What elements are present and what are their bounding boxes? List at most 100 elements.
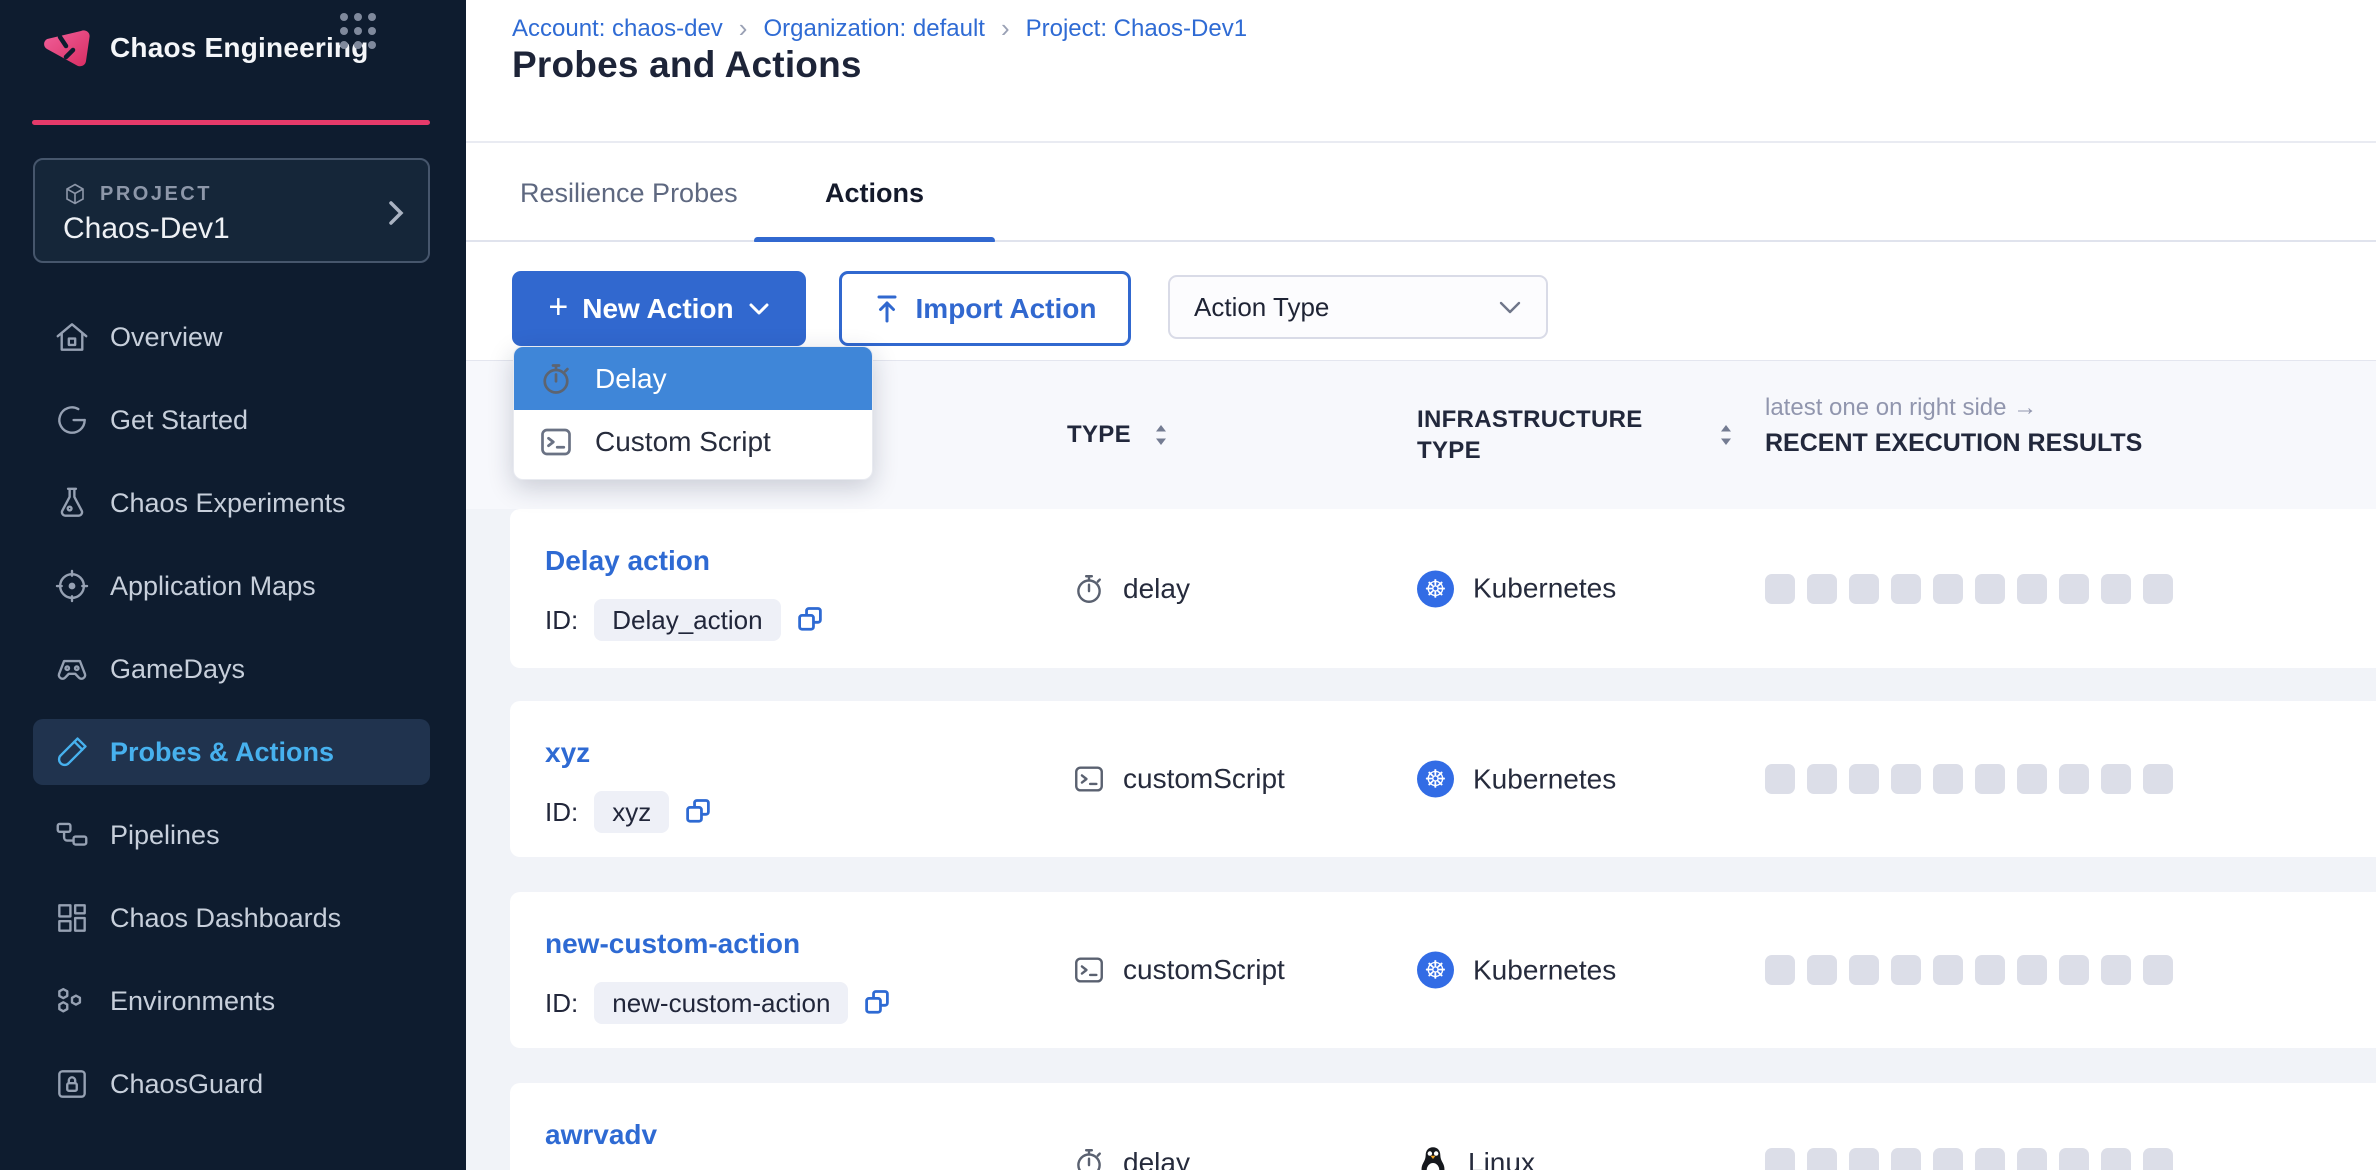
copy-icon[interactable] <box>795 605 825 635</box>
sort-icon[interactable] <box>1153 423 1169 447</box>
sidebar-item-overview[interactable]: Overview <box>33 304 430 370</box>
sidebar-item-label: Environments <box>110 986 275 1017</box>
column-header-infrastructure-type[interactable]: INFRASTRUCTURE TYPE <box>1417 404 1687 466</box>
cube-icon <box>63 182 87 206</box>
execution-result-placeholder <box>1765 955 1795 985</box>
new-action-button[interactable]: + New Action <box>512 271 806 346</box>
execution-result-placeholder <box>1891 955 1921 985</box>
execution-result-placeholder <box>2017 764 2047 794</box>
sidebar-item-label: Get Started <box>110 405 248 436</box>
execution-result-placeholder <box>1849 764 1879 794</box>
breadcrumb-separator-icon: › <box>1001 13 1010 44</box>
action-type-select[interactable]: Action Type <box>1168 275 1548 339</box>
sidebar-header: Chaos Engineering <box>36 18 436 78</box>
sort-icon[interactable] <box>1718 423 1734 447</box>
table-row: new-custom-action ID: new-custom-action … <box>510 892 2376 1048</box>
action-name-link[interactable]: xyz <box>545 737 590 769</box>
home-icon <box>53 318 91 356</box>
action-id-row: ID: new-custom-action <box>545 982 892 1024</box>
tab-actions[interactable]: Actions <box>754 145 995 242</box>
column-header-type[interactable]: TYPE <box>1067 421 1131 449</box>
sidebar-item-get-started[interactable]: Get Started <box>33 387 430 453</box>
recent-execution-results <box>1765 764 2173 794</box>
column-header-recent-execution-results: RECENT EXECUTION RESULTS <box>1765 429 2142 458</box>
action-name-link[interactable]: Delay action <box>545 545 710 577</box>
execution-result-placeholder <box>1765 764 1795 794</box>
menu-item-delay[interactable]: Delay <box>514 347 872 410</box>
type-cell: customScript <box>1072 762 1285 796</box>
breadcrumb-account-link[interactable]: Account: chaos-dev <box>512 15 723 43</box>
chevron-right-icon <box>386 196 406 230</box>
kubernetes-icon: ☸ <box>1417 952 1454 989</box>
breadcrumb-separator-icon: › <box>739 13 748 44</box>
infrastructure-value: Kubernetes <box>1473 763 1616 795</box>
import-action-button[interactable]: Import Action <box>839 271 1131 346</box>
execution-result-placeholder <box>2059 955 2089 985</box>
execution-result-placeholder <box>2101 955 2131 985</box>
main-content: Account: chaos-dev › Organization: defau… <box>466 0 2376 1170</box>
sidebar-item-environments[interactable]: Environments <box>33 968 430 1034</box>
copy-icon[interactable] <box>862 988 892 1018</box>
infrastructure-cell: ☸ Kubernetes <box>1417 952 1616 989</box>
action-name-link[interactable]: new-custom-action <box>545 928 800 960</box>
recent-execution-results <box>1765 955 2173 985</box>
sidebar-item-chaos-experiments[interactable]: Chaos Experiments <box>33 470 430 536</box>
tab-bar: Resilience Probes Actions <box>466 145 2376 242</box>
id-label: ID: <box>545 605 578 636</box>
environments-icon <box>53 982 91 1020</box>
execution-result-placeholder <box>1891 764 1921 794</box>
infrastructure-cell: Linux <box>1417 1145 1535 1170</box>
sidebar-item-gamedays[interactable]: GameDays <box>33 636 430 702</box>
sidebar-item-label: GameDays <box>110 654 245 685</box>
type-value: delay <box>1123 573 1190 605</box>
probe-icon <box>53 733 91 771</box>
sidebar-item-label: Overview <box>110 322 223 353</box>
execution-result-placeholder <box>2059 764 2089 794</box>
sidebar-nav: Overview Get Started Chaos Experiments A… <box>33 304 430 1134</box>
breadcrumb-project-link[interactable]: Project: Chaos-Dev1 <box>1026 15 1247 43</box>
recent-execution-results <box>1765 574 2173 604</box>
execution-result-placeholder <box>1933 1148 1963 1170</box>
action-type-select-value: Action Type <box>1194 292 1498 323</box>
execution-result-placeholder <box>2101 1148 2131 1170</box>
copy-icon[interactable] <box>683 797 713 827</box>
tab-resilience-probes[interactable]: Resilience Probes <box>520 145 738 242</box>
new-action-dropdown-menu: Delay Custom Script <box>513 346 873 480</box>
infrastructure-value: Kubernetes <box>1473 573 1616 605</box>
action-id-badge: new-custom-action <box>594 982 848 1024</box>
menu-item-custom-script[interactable]: Custom Script <box>514 410 872 473</box>
app-switcher-grid-icon[interactable] <box>340 13 376 49</box>
execution-result-placeholder <box>1891 1148 1921 1170</box>
sidebar-item-probes-actions[interactable]: Probes & Actions <box>33 719 430 785</box>
execution-result-placeholder <box>2101 764 2131 794</box>
execution-result-placeholder <box>1891 574 1921 604</box>
stopwatch-icon <box>1072 1146 1106 1170</box>
kubernetes-icon: ☸ <box>1417 570 1454 607</box>
execution-result-placeholder <box>1975 1148 2005 1170</box>
breadcrumb-organization-link[interactable]: Organization: default <box>763 15 984 43</box>
terminal-icon <box>1072 762 1106 796</box>
toolbar: + New Action Import Action Action Type <box>466 242 2376 360</box>
terminal-icon <box>1072 953 1106 987</box>
execution-result-placeholder <box>2059 574 2089 604</box>
sidebar-item-chaos-dashboards[interactable]: Chaos Dashboards <box>33 885 430 951</box>
sidebar: Chaos Engineering PROJECT Chaos-Dev1 Ove… <box>0 0 466 1170</box>
project-selector[interactable]: PROJECT Chaos-Dev1 <box>33 158 430 263</box>
recent-results-hint: latest one on right side → <box>1765 394 2037 422</box>
kubernetes-icon: ☸ <box>1417 761 1454 798</box>
sidebar-item-application-maps[interactable]: Application Maps <box>33 553 430 619</box>
import-action-label: Import Action <box>916 293 1097 325</box>
sidebar-item-label: ChaosGuard <box>110 1069 263 1100</box>
execution-result-placeholder <box>1849 574 1879 604</box>
execution-result-placeholder <box>1807 574 1837 604</box>
execution-result-placeholder <box>1849 1148 1879 1170</box>
menu-item-label: Custom Script <box>595 426 771 458</box>
execution-result-placeholder <box>2143 955 2173 985</box>
action-name-link[interactable]: awrvadv <box>545 1119 657 1151</box>
sidebar-item-chaosguard[interactable]: ChaosGuard <box>33 1051 430 1117</box>
shield-lock-icon <box>53 1065 91 1103</box>
sidebar-item-pipelines[interactable]: Pipelines <box>33 802 430 868</box>
pipelines-icon <box>53 816 91 854</box>
execution-result-placeholder <box>1933 764 1963 794</box>
menu-item-label: Delay <box>595 363 667 395</box>
